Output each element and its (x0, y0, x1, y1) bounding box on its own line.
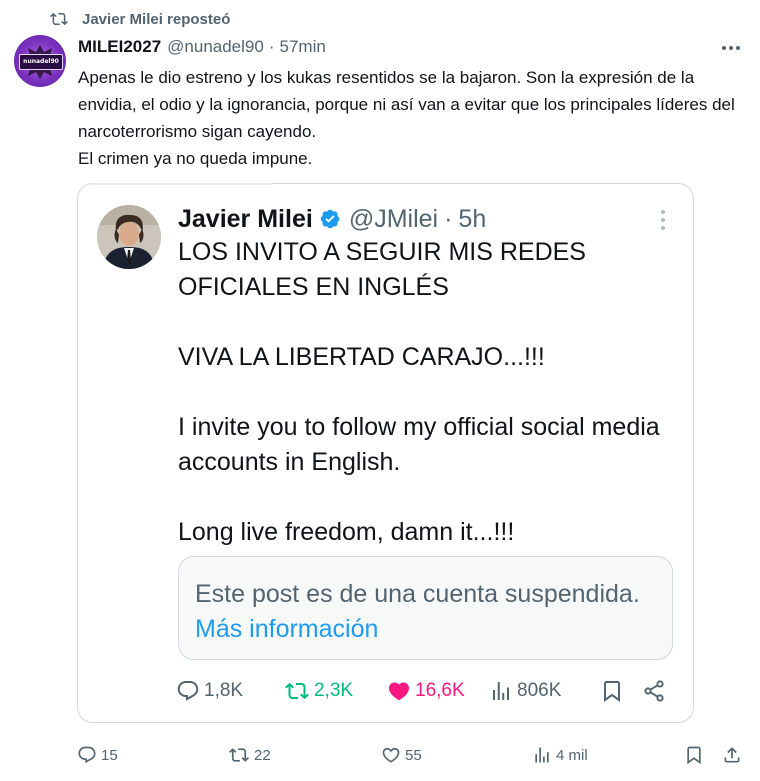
repost-label: Javier Milei reposteó (82, 10, 231, 28)
quoted-author-avatar[interactable] (97, 205, 161, 269)
more-dots-vertical-icon (661, 210, 665, 230)
quoted-share-button[interactable] (642, 676, 670, 706)
author-handle[interactable]: @nunadel90 (167, 37, 264, 57)
tweet-header: MILEI2027 @nunadel90 · 57min (78, 36, 326, 58)
quoted-tweet-card[interactable]: Javier Milei @JMilei · 5h LOS INVITO A S… (77, 183, 694, 723)
quoted-author-handle[interactable]: @JMilei (349, 205, 438, 234)
tweet-page: Javier Milei reposteó nunadel90 MILEI202… (0, 0, 760, 781)
bookmark-icon (687, 746, 701, 765)
like-button[interactable]: 55 (381, 740, 422, 770)
reply-icon (177, 681, 199, 701)
quoted-reply-button[interactable]: 1,8K (176, 676, 243, 706)
more-dots-icon (722, 46, 740, 50)
quoted-paragraph: I invite you to follow my official socia… (178, 413, 660, 476)
share-icon (644, 680, 664, 702)
share-button[interactable] (722, 740, 746, 770)
views-button[interactable]: 4 mil (532, 740, 588, 770)
views-count: 4 mil (556, 746, 588, 764)
quoted-header-separator: · (444, 204, 453, 233)
suspended-account-notice: Este post es de una cuenta suspendida. M… (178, 556, 673, 660)
tweet-text-line: El crimen ya no queda impune. (78, 149, 313, 168)
author-display-name[interactable]: MILEI2027 (78, 37, 161, 57)
quoted-views-button[interactable]: 806K (489, 676, 561, 706)
suspended-notice-text: Este post es de una cuenta suspendida. (195, 580, 640, 608)
header-separator: · (268, 37, 275, 56)
bookmark-icon (604, 681, 620, 702)
avatar-logo-text: nunadel90 (19, 54, 63, 70)
quoted-paragraph: VIVA LA LIBERTAD CARAJO...!!! (178, 343, 545, 371)
quoted-more-options-button[interactable] (659, 208, 667, 232)
tweet-text-line: Apenas le dio estreno y los kukas resent… (78, 68, 735, 141)
reply-icon (78, 746, 96, 764)
tweet-action-bar: 15 22 55 4 mil (0, 740, 760, 770)
repost-icon (285, 682, 309, 700)
bookmark-button[interactable] (684, 740, 708, 770)
heart-icon (388, 682, 410, 701)
more-info-link[interactable]: Más información (195, 615, 378, 643)
quoted-bookmark-button[interactable] (600, 676, 628, 706)
quoted-views-count: 806K (517, 680, 562, 701)
repost-context[interactable]: Javier Milei reposteó (50, 8, 230, 30)
verified-badge-icon (319, 208, 341, 230)
repost-button[interactable]: 22 (228, 740, 271, 770)
quoted-paragraph: LOS INVITO A SEGUIR MIS REDES OFICIALES … (178, 238, 586, 301)
author-avatar[interactable]: nunadel90 (14, 35, 66, 87)
portrait-icon (97, 205, 161, 269)
quoted-tweet-text: LOS INVITO A SEGUIR MIS REDES OFICIALES … (178, 235, 678, 550)
quoted-repost-count: 2,3K (314, 680, 354, 701)
heart-icon (382, 747, 400, 763)
repost-icon (229, 748, 249, 762)
quoted-reply-count: 1,8K (204, 680, 244, 701)
quoted-tweet-header: Javier Milei @JMilei · 5h (178, 202, 486, 236)
views-chart-icon (535, 747, 549, 763)
repost-icon (50, 12, 68, 26)
tweet-text: Apenas le dio estreno y los kukas resent… (78, 64, 746, 172)
card-top-accent (92, 183, 272, 185)
quoted-like-button[interactable]: 16,6K (387, 676, 465, 706)
share-upload-icon (724, 747, 740, 763)
more-options-button[interactable] (720, 38, 742, 58)
quoted-paragraph: Long live freedom, damn it...!!! (178, 518, 515, 546)
views-chart-icon (493, 682, 509, 700)
reply-button[interactable]: 15 (77, 740, 118, 770)
repost-count: 22 (254, 746, 271, 764)
quoted-action-bar: 1,8K 2,3K 16,6K 806K (176, 676, 676, 706)
quoted-tweet-timestamp[interactable]: 5h (458, 205, 486, 234)
like-count: 55 (405, 746, 422, 764)
tweet-timestamp[interactable]: 57min (280, 37, 326, 57)
quoted-like-count: 16,6K (415, 680, 465, 701)
reply-count: 15 (101, 746, 118, 764)
quoted-repost-button[interactable]: 2,3K (284, 676, 353, 706)
quoted-author-display-name[interactable]: Javier Milei (178, 205, 313, 234)
